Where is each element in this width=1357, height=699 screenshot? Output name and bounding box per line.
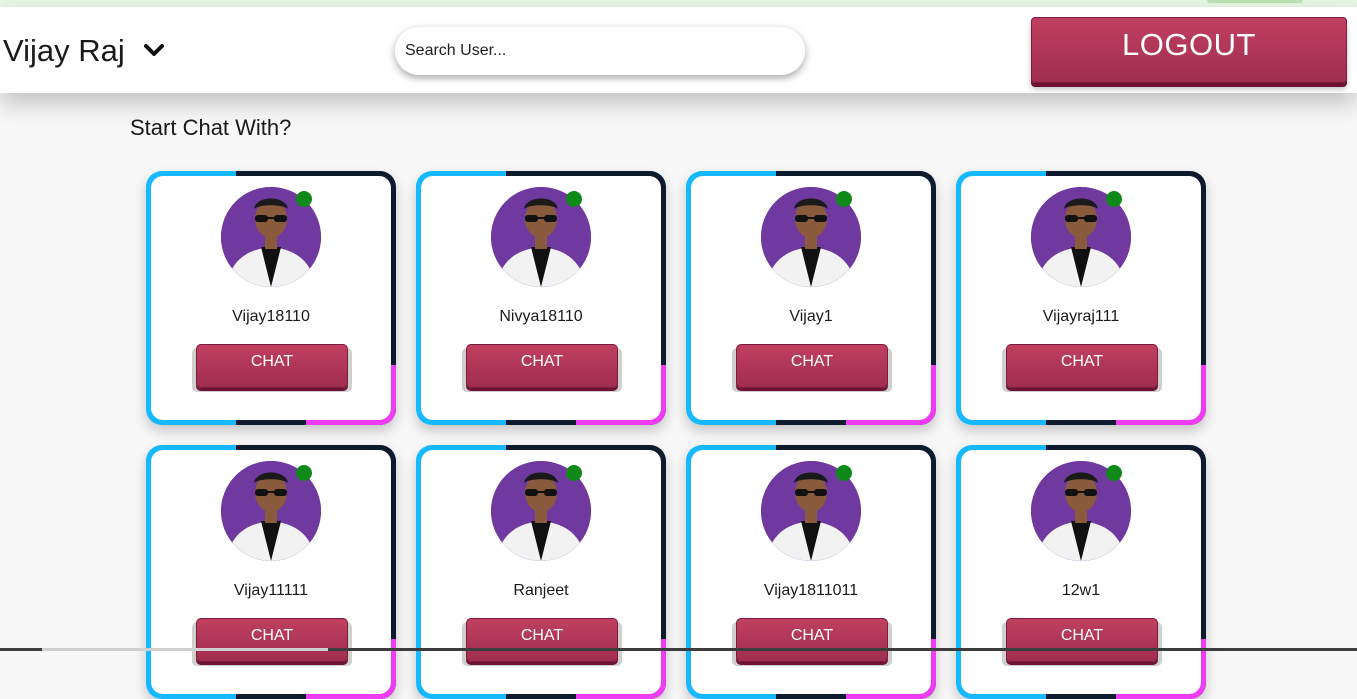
online-dot-icon bbox=[836, 191, 852, 207]
user-card: Vijayraj111 CHAT bbox=[956, 171, 1206, 425]
user-card: 12w1 CHAT bbox=[956, 445, 1206, 699]
page-title: Start Chat With? bbox=[130, 115, 291, 141]
user-grid: Vijay18110 CHAT Nivya18110 CHAT Vijay1 C… bbox=[146, 171, 1206, 699]
online-dot-icon bbox=[296, 465, 312, 481]
user-card: Vijay11111 CHAT bbox=[146, 445, 396, 699]
user-card-name: Vijay11111 bbox=[151, 582, 391, 600]
online-dot-icon bbox=[1106, 465, 1122, 481]
user-card-name: 12w1 bbox=[961, 582, 1201, 600]
chat-button[interactable]: CHAT bbox=[466, 618, 618, 662]
top-strip bbox=[0, 0, 1357, 7]
logout-button[interactable]: LOGOUT bbox=[1031, 17, 1347, 83]
chat-button[interactable]: CHAT bbox=[736, 618, 888, 662]
user-card-name: Nivya18110 bbox=[421, 308, 661, 326]
user-card-name: Ranjeet bbox=[421, 582, 661, 600]
user-card: Vijay1 CHAT bbox=[686, 171, 936, 425]
chat-button[interactable]: CHAT bbox=[466, 344, 618, 388]
chat-button[interactable]: CHAT bbox=[736, 344, 888, 388]
chat-button[interactable]: CHAT bbox=[1006, 618, 1158, 662]
online-dot-icon bbox=[296, 191, 312, 207]
user-card-name: Vijay18110 bbox=[151, 308, 391, 326]
chat-button[interactable]: CHAT bbox=[196, 618, 348, 662]
chat-button[interactable]: CHAT bbox=[1006, 344, 1158, 388]
top-strip-pill bbox=[1207, 0, 1303, 3]
user-card-name: Vijay1811011 bbox=[691, 582, 931, 600]
user-card: Ranjeet CHAT bbox=[416, 445, 666, 699]
user-card: Vijay18110 CHAT bbox=[146, 171, 396, 425]
user-card: Vijay1811011 CHAT bbox=[686, 445, 936, 699]
user-card: Nivya18110 CHAT bbox=[416, 171, 666, 425]
user-card-name: Vijay1 bbox=[691, 308, 931, 326]
chat-button[interactable]: CHAT bbox=[196, 344, 348, 388]
user-menu[interactable]: Vijay Raj bbox=[3, 31, 165, 71]
chevron-down-icon bbox=[143, 43, 165, 59]
online-dot-icon bbox=[836, 465, 852, 481]
online-dot-icon bbox=[1106, 191, 1122, 207]
user-card-name: Vijayraj111 bbox=[961, 308, 1201, 326]
user-name: Vijay Raj bbox=[3, 33, 125, 69]
header: Vijay Raj LOGOUT bbox=[0, 7, 1357, 93]
online-dot-icon bbox=[566, 191, 582, 207]
search-input[interactable] bbox=[395, 27, 805, 75]
online-dot-icon bbox=[566, 465, 582, 481]
